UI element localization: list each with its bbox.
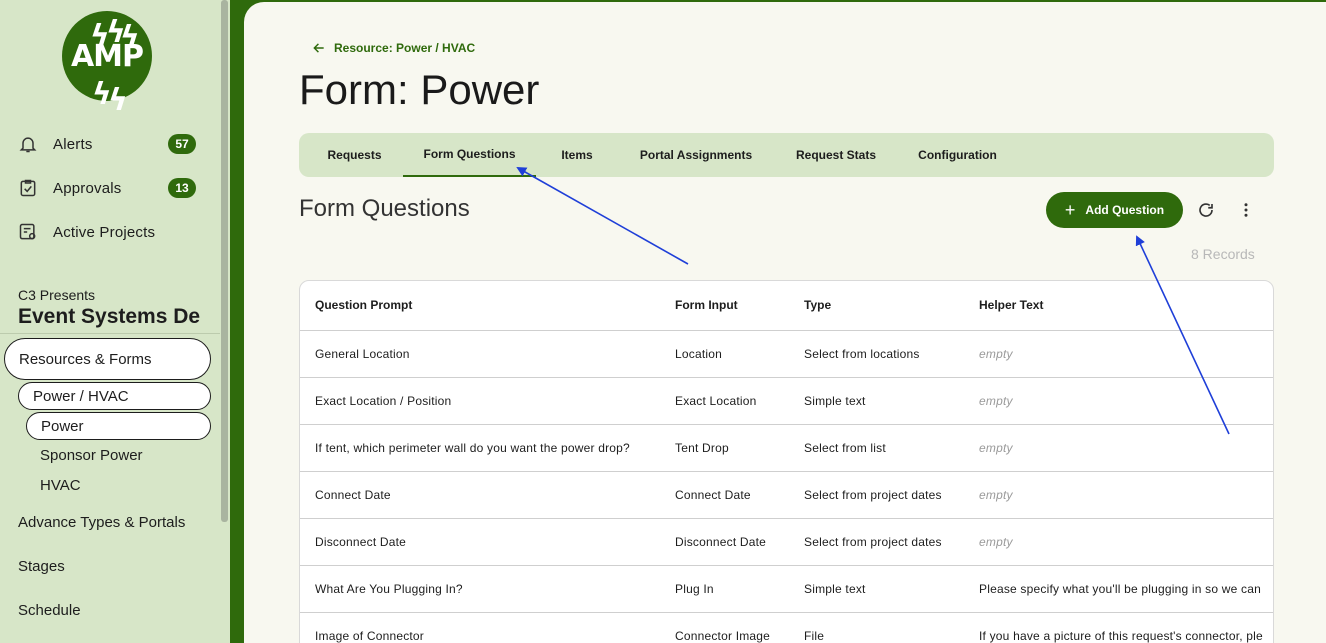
questions-table: Question Prompt Form Input Type Helper T… <box>299 280 1274 643</box>
bolt-icon: ϟ <box>108 83 128 118</box>
cell-type: Simple text <box>804 582 866 596</box>
section-title: Form Questions <box>299 195 470 222</box>
cell-helper-text: empty <box>979 394 1013 408</box>
tab-configuration[interactable]: Configuration <box>902 133 1013 177</box>
org-label: C3 Presents <box>18 287 96 303</box>
tab-form-questions[interactable]: Form Questions <box>403 133 536 177</box>
sidebar-item-hvac[interactable]: HVAC <box>40 477 81 494</box>
breadcrumb[interactable]: Resource: Power / HVAC <box>312 41 475 55</box>
sidebar-item-approvals[interactable]: Approvals <box>18 178 122 198</box>
more-vert-icon[interactable] <box>1235 199 1257 221</box>
table-row[interactable]: Exact Location / Position Exact Location… <box>300 378 1273 425</box>
cell-question-prompt: General Location <box>315 347 410 361</box>
page-title: Form: Power <box>299 66 540 113</box>
bell-icon <box>19 137 37 153</box>
column-header-form-input[interactable]: Form Input <box>675 298 738 312</box>
cell-helper-text: empty <box>979 488 1013 502</box>
sidebar-item-stages[interactable]: Stages <box>18 558 65 575</box>
table-row[interactable]: Image of Connector Connector Image File … <box>300 613 1273 643</box>
table-row[interactable]: General Location Location Select from lo… <box>300 331 1273 378</box>
alerts-count-badge: 57 <box>168 134 196 154</box>
cell-form-input: Connect Date <box>675 488 751 502</box>
main-content: Resource: Power / HVAC Form: Power Reque… <box>244 2 1326 643</box>
sidebar-scrollbar[interactable] <box>221 0 228 522</box>
cell-type: Select from locations <box>804 347 920 361</box>
cell-type: Simple text <box>804 394 866 408</box>
refresh-icon[interactable] <box>1195 199 1217 221</box>
table-row[interactable]: Disconnect Date Disconnect Date Select f… <box>300 519 1273 566</box>
cell-helper-text: empty <box>979 347 1013 361</box>
cell-question-prompt: Connect Date <box>315 488 391 502</box>
column-header-helper-text[interactable]: Helper Text <box>979 298 1043 312</box>
cell-helper-text: empty <box>979 535 1013 549</box>
plus-icon: + <box>1064 199 1076 220</box>
cell-question-prompt: If tent, which perimeter wall do you wan… <box>315 441 630 455</box>
cell-helper-text: empty <box>979 441 1013 455</box>
cell-form-input: Tent Drop <box>675 441 729 455</box>
bolt-icon: ϟ <box>120 20 140 55</box>
sidebar-item-advance-types[interactable]: Advance Types & Portals <box>18 514 185 531</box>
cell-form-input: Disconnect Date <box>675 535 767 549</box>
table-header: Question Prompt Form Input Type Helper T… <box>300 281 1273 331</box>
arrow-left-icon <box>313 43 324 53</box>
tab-bar: Requests Form Questions Items Portal Ass… <box>299 133 1274 177</box>
record-count: 8 Records <box>1191 246 1255 262</box>
project-eye-icon <box>19 223 36 240</box>
sidebar-item-resources-forms[interactable]: Resources & Forms <box>4 338 211 380</box>
tab-requests[interactable]: Requests <box>307 133 402 177</box>
cell-type: Select from project dates <box>804 535 942 549</box>
column-header-question-prompt[interactable]: Question Prompt <box>315 298 412 312</box>
sidebar-item-alerts[interactable]: Alerts <box>18 134 93 154</box>
cell-question-prompt: Image of Connector <box>315 629 424 643</box>
org-name[interactable]: Event Systems De <box>18 305 220 329</box>
cell-question-prompt: Disconnect Date <box>315 535 407 549</box>
cell-form-input: Connector Image <box>675 629 771 643</box>
sidebar-item-label: Alerts <box>53 135 93 153</box>
column-header-type[interactable]: Type <box>804 298 831 312</box>
tab-request-stats[interactable]: Request Stats <box>781 133 891 177</box>
clipboard-check-icon <box>20 179 36 197</box>
cell-form-input: Plug In <box>675 582 714 596</box>
cell-type: File <box>804 629 825 643</box>
sidebar-item-power-hvac[interactable]: Power / HVAC <box>18 382 211 410</box>
amp-logo[interactable]: ϟ ϟ ϟ AMP ϟ ϟ <box>62 11 152 118</box>
cell-form-input: Exact Location <box>675 394 757 408</box>
approvals-count-badge: 13 <box>168 178 196 198</box>
sidebar-item-schedule[interactable]: Schedule <box>18 602 81 619</box>
cell-type: Select from list <box>804 441 886 455</box>
cell-form-input: Location <box>675 347 722 361</box>
table-row[interactable]: If tent, which perimeter wall do you wan… <box>300 425 1273 472</box>
breadcrumb-label: Resource: Power / HVAC <box>334 41 476 55</box>
cell-type: Select from project dates <box>804 488 942 502</box>
cell-helper-text: If you have a picture of this request's … <box>979 629 1263 643</box>
add-question-button[interactable]: + Add Question <box>1046 192 1183 228</box>
sidebar-item-label: Approvals <box>53 179 122 197</box>
cell-question-prompt: What Are You Plugging In? <box>315 582 463 596</box>
sidebar-item-sponsor-power[interactable]: Sponsor Power <box>40 447 143 464</box>
table-row[interactable]: Connect Date Connect Date Select from pr… <box>300 472 1273 519</box>
table-row[interactable]: What Are You Plugging In? Plug In Simple… <box>300 566 1273 613</box>
tab-portal-assignments[interactable]: Portal Assignments <box>617 133 775 177</box>
sidebar-item-active-projects[interactable]: Active Projects <box>18 222 155 242</box>
cell-question-prompt: Exact Location / Position <box>315 394 452 408</box>
sidebar-item-power[interactable]: Power <box>26 412 211 440</box>
tab-items[interactable]: Items <box>544 133 610 177</box>
sidebar: ϟ ϟ ϟ AMP ϟ ϟ Alerts 57 Approvals 13 Act… <box>0 0 230 643</box>
sidebar-item-label: Active Projects <box>53 223 156 241</box>
add-question-label: Add Question <box>1085 203 1165 217</box>
divider <box>0 333 220 334</box>
cell-helper-text: Please specify what you'll be plugging i… <box>979 582 1261 596</box>
